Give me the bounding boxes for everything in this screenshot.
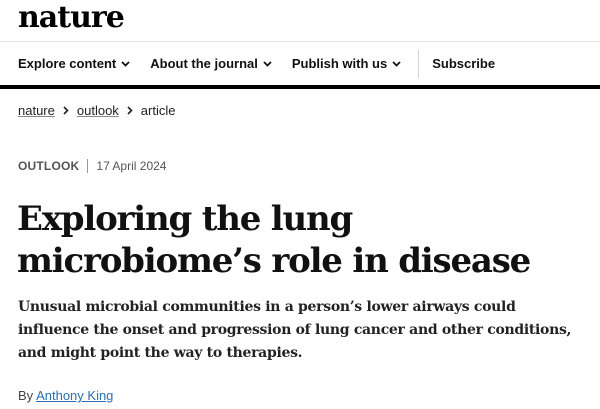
chevron-right-icon [63, 106, 69, 115]
header-rule [0, 85, 600, 89]
nav-publish-with-us[interactable]: Publish with us [292, 56, 401, 71]
breadcrumb-nature[interactable]: nature [18, 103, 55, 118]
breadcrumb-current: article [140, 103, 176, 118]
chevron-right-icon [127, 106, 133, 115]
byline: By Anthony King [18, 388, 113, 403]
chevron-down-icon [392, 60, 401, 67]
nav-explore-content-label: Explore content [18, 56, 117, 71]
nav-explore-content[interactable]: Explore content [18, 56, 130, 71]
nav-about-journal[interactable]: About the journal [150, 56, 272, 71]
byline-prefix: By [18, 388, 34, 403]
site-header: nature Explore content About the journal… [0, 0, 600, 89]
main-nav: Explore content About the journal Publis… [0, 41, 600, 85]
breadcrumb-outlook[interactable]: outlook [77, 103, 119, 118]
article-type[interactable]: OUTLOOK [18, 159, 79, 173]
publish-date: 17 April 2024 [96, 159, 167, 173]
nature-logo[interactable]: nature [18, 0, 125, 36]
article-meta: OUTLOOK 17 April 2024 [18, 159, 166, 173]
article-title: Exploring the lung microbiome’s role in … [17, 199, 531, 281]
subscribe-link[interactable]: Subscribe [432, 56, 495, 71]
subscribe-label: Subscribe [432, 56, 496, 71]
chevron-down-icon [263, 60, 272, 67]
nav-divider [418, 49, 420, 78]
author-link[interactable]: Anthony King [36, 388, 113, 403]
logo-bar: nature [0, 0, 600, 41]
nav-publish-with-us-label: Publish with us [291, 56, 388, 71]
breadcrumb: nature outlook article [18, 103, 175, 118]
article-standfirst: Unusual microbial communities in a perso… [18, 299, 572, 361]
chevron-down-icon [121, 60, 130, 67]
nav-about-journal-label: About the journal [150, 56, 258, 71]
meta-divider [87, 159, 89, 173]
